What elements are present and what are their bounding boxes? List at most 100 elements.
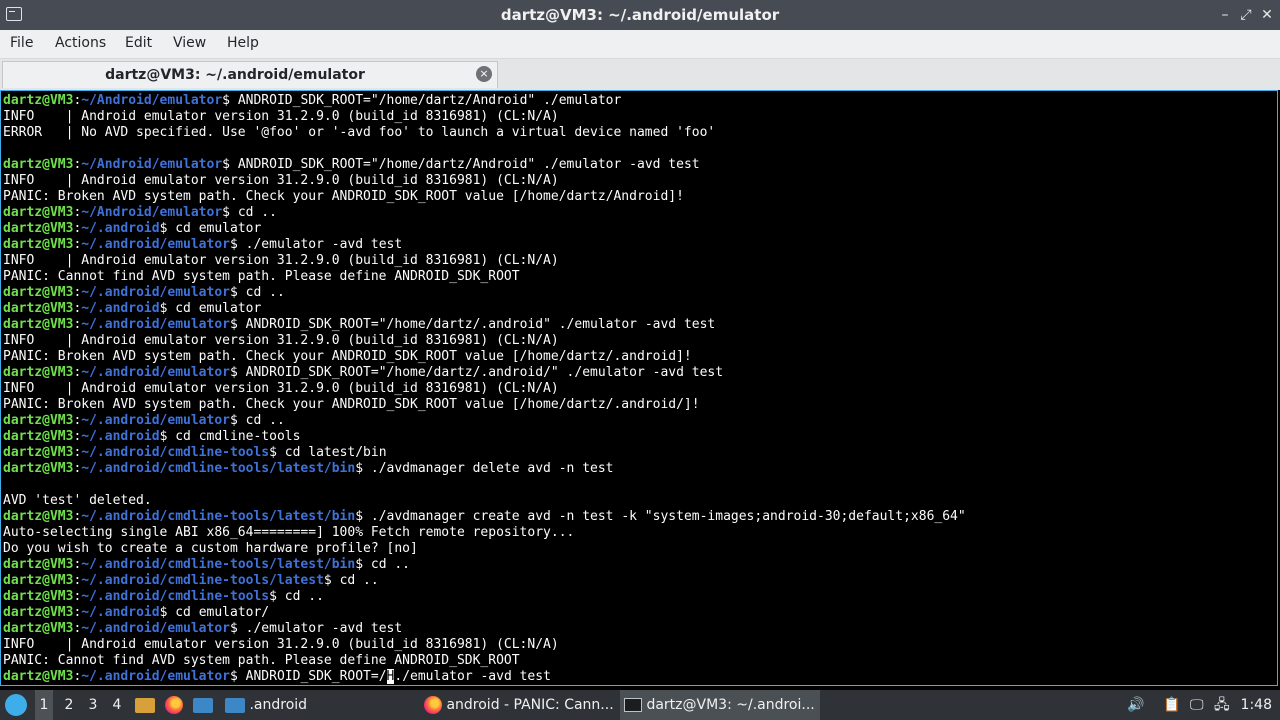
tab-terminal-session[interactable]: dartz@VM3: ~/.android/emulator × [2,61,498,88]
task-firefox-label: android - PANIC: Cann... [446,697,614,713]
tab-bar: dartz@VM3: ~/.android/emulator × [0,59,1280,90]
close-button[interactable]: ✕ [1258,6,1276,24]
terminal-output-line: PANIC: Broken AVD system path. Check you… [3,189,684,204]
terminal-prompt-line: dartz@VM3:~/Android/emulator$ ANDROID_SD… [3,93,622,108]
terminal-prompt-line: dartz@VM3:~/.android$ cd emulator [3,301,262,316]
volume-icon[interactable]: 🔊 [1127,690,1144,720]
terminal-prompt-line: dartz@VM3:~/.android/emulator$ cd .. [3,285,285,300]
prompt-path: ~/.android/cmdline-tools/latest/bin [81,461,356,476]
prompt-user-host: dartz@VM3 [3,621,74,636]
prompt-path: ~/.android/cmdline-tools [81,445,270,460]
workspace-4[interactable]: 4 [108,690,126,720]
prompt-path: ~/.android/cmdline-tools [81,589,270,604]
terminal-prompt-line: dartz@VM3:~/.android$ cd emulator [3,221,262,236]
app-launcher-icon[interactable] [5,694,27,716]
terminal-output-line: PANIC: Broken AVD system path. Check you… [3,397,700,412]
prompt-user-host: dartz@VM3 [3,461,74,476]
prompt-user-host: dartz@VM3 [3,557,74,572]
desktop-launcher[interactable] [193,690,213,720]
workspace-1[interactable]: 1 [35,690,53,720]
prompt-command: cd emulator/ [175,605,270,620]
terminal-output-line: PANIC: Broken AVD system path. Check you… [3,349,692,364]
terminal-output-line: INFO | Android emulator version 31.2.9.0… [3,637,559,652]
prompt-path: ~/.android/emulator [81,669,230,684]
task-terminal-window[interactable]: dartz@VM3: ~/.androi... [620,690,820,720]
menubar: File Actions Edit View Help [0,30,1280,59]
prompt-path: ~/.android [81,429,160,444]
menu-view[interactable]: View [173,35,206,51]
prompt-command: ./avdmanager create avd -n test -k "syst… [370,509,966,524]
file-manager-icon [135,697,155,713]
terminal-prompt-line: dartz@VM3:~/.android/emulator$ ./emulato… [3,621,403,636]
task-folder-android[interactable]: .android [225,690,415,720]
prompt-command: ANDROID_SDK_ROOT="/home/dartz/Android" .… [237,93,622,108]
task-terminal-label: dartz@VM3: ~/.androi... [646,697,815,713]
terminal-output-line: INFO | Android emulator version 31.2.9.0… [3,333,559,348]
prompt-command: cd emulator [175,221,262,236]
display-icon[interactable]: 🖵 [1190,690,1204,720]
prompt-user-host: dartz@VM3 [3,301,74,316]
menu-actions[interactable]: Actions [55,35,106,51]
minimize-button[interactable]: – [1216,6,1234,24]
terminal-view[interactable]: dartz@VM3:~/Android/emulator$ ANDROID_SD… [0,90,1278,686]
prompt-user-host: dartz@VM3 [3,317,74,332]
tab-close-icon[interactable]: × [476,66,492,82]
prompt-command: ./emulator -avd test [245,621,403,636]
prompt-user-host: dartz@VM3 [3,669,74,684]
menu-help[interactable]: Help [227,35,259,51]
prompt-command: ./avdmanager delete avd -n test [370,461,614,476]
clipboard-icon[interactable]: 📋 [1163,690,1180,720]
prompt-path: ~/.android/cmdline-tools/latest/bin [81,557,356,572]
terminal-prompt-line: dartz@VM3:~/.android/cmdline-tools/lates… [3,509,966,524]
terminal-output-line: Auto-selecting single ABI x86_64========… [3,525,575,540]
terminal-output-line: INFO | Android emulator version 31.2.9.0… [3,253,559,268]
terminal-input-line[interactable]: dartz@VM3:~/.android/emulator$ ANDROID_S… [3,669,966,685]
task-folder-label: .android [249,697,308,713]
terminal-output-line: AVD 'test' deleted. [3,493,152,508]
prompt-command: cd .. [237,205,277,220]
terminal-prompt-line: dartz@VM3:~/.android/emulator$ cd .. [3,413,285,428]
terminal-prompt-line: dartz@VM3:~/.android/emulator$ ANDROID_S… [3,317,716,332]
prompt-path: ~/.android [81,221,160,236]
window-titlebar: dartz@VM3: ~/.android/emulator – ⤢ ✕ [0,0,1280,30]
terminal-output-line: INFO | Android emulator version 31.2.9.0… [3,109,559,124]
network-icon[interactable]: 🖧 [1214,690,1230,720]
prompt-path: ~/.android/cmdline-tools/latest [81,573,324,588]
terminal-prompt-line: dartz@VM3:~/.android/cmdline-tools$ cd l… [3,445,387,460]
prompt-user-host: dartz@VM3 [3,413,74,428]
tab-label: dartz@VM3: ~/.android/emulator [105,67,365,83]
terminal-prompt-line: dartz@VM3:~/.android/emulator$ ANDROID_S… [3,365,724,380]
file-manager-launcher[interactable] [135,690,155,720]
terminal-prompt-line: dartz@VM3:~/.android$ cd emulator/ [3,605,270,620]
clock[interactable]: 1:48 [1241,690,1272,720]
prompt-user-host: dartz@VM3 [3,605,74,620]
prompt-command: cd .. [370,557,411,572]
workspace-2[interactable]: 2 [60,690,78,720]
prompt-user-host: dartz@VM3 [3,429,74,444]
terminal-output-line: INFO | Android emulator version 31.2.9.0… [3,381,559,396]
terminal-prompt-line: dartz@VM3:~/.android/cmdline-tools/lates… [3,573,379,588]
terminal-output-line: Do you wish to create a custom hardware … [3,541,418,556]
firefox-icon [165,696,183,714]
firefox-launcher[interactable] [165,690,183,720]
desktop-icon [193,697,213,713]
prompt-path: ~/.android/emulator [81,237,230,252]
workspace-3[interactable]: 3 [84,690,102,720]
prompt-user-host: dartz@VM3 [3,589,74,604]
menu-file[interactable]: File [10,35,33,51]
terminal-prompt-line: dartz@VM3:~/Android/emulator$ ANDROID_SD… [3,157,700,172]
prompt-command: cd .. [284,589,324,604]
prompt-user-host: dartz@VM3 [3,509,74,524]
maximize-button[interactable]: ⤢ [1237,6,1255,24]
terminal-prompt-line: dartz@VM3:~/Android/emulator$ cd .. [3,205,277,220]
task-firefox-window[interactable]: android - PANIC: Cann... [424,690,614,720]
prompt-path: ~/.android [81,605,160,620]
terminal-prompt-line: dartz@VM3:~/.android/cmdline-tools$ cd .… [3,589,324,604]
prompt-path: ~/.android/emulator [81,413,230,428]
prompt-user-host: dartz@VM3 [3,205,74,220]
terminal-output-line: PANIC: Cannot find AVD system path. Plea… [3,653,520,668]
prompt-user-host: dartz@VM3 [3,445,74,460]
prompt-command: cd latest/bin [284,445,387,460]
menu-edit[interactable]: Edit [125,35,152,51]
